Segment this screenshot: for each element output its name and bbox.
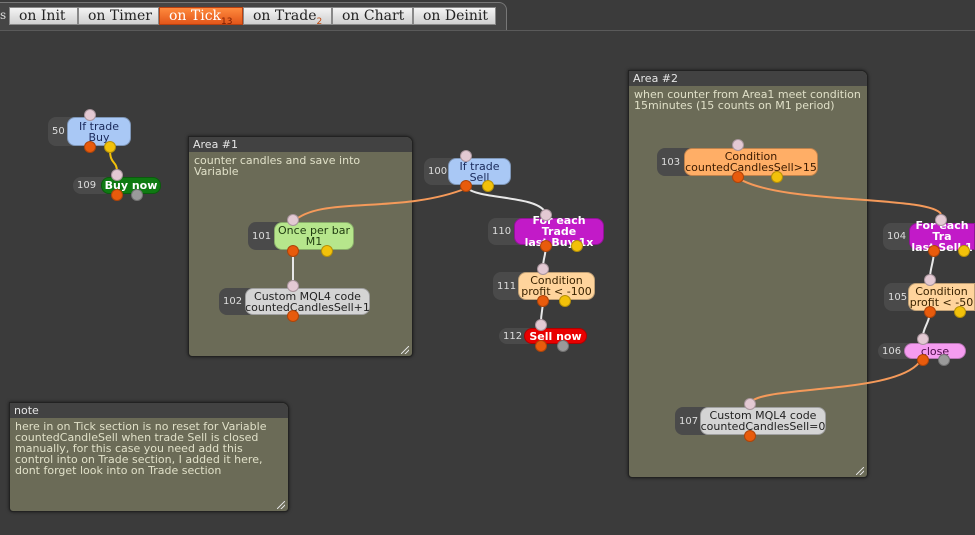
tab-label: on Chart [342, 8, 405, 24]
input-dot[interactable] [84, 109, 96, 121]
node-block[interactable]: Once per bar M1 [274, 222, 354, 250]
tab-count-badge: 2 [316, 17, 323, 27]
node-sublabel: last Buy 1x [524, 236, 594, 249]
output-dot[interactable] [104, 141, 116, 153]
tab-on-chart[interactable]: on Chart [332, 7, 413, 25]
output-dot[interactable] [321, 245, 333, 257]
output-dot[interactable] [924, 306, 936, 318]
input-dot[interactable] [917, 333, 929, 345]
input-dot[interactable] [935, 214, 947, 226]
tab-label: on Timer [88, 8, 152, 24]
input-dot[interactable] [924, 274, 936, 286]
output-dot[interactable] [771, 171, 783, 183]
output-dot[interactable] [954, 306, 966, 318]
output-dot[interactable] [84, 141, 96, 153]
node-block[interactable]: Custom MQL4 code countedCandlesSell=0 [700, 407, 826, 435]
tab-label: on Tick [169, 8, 222, 24]
input-dot[interactable] [460, 150, 472, 162]
node-sublabel: countedCandlesSell+1 [245, 300, 370, 314]
node-sublabel: profit < -100 [521, 285, 592, 298]
node-block[interactable]: If trade Sell [448, 158, 511, 185]
input-dot[interactable] [287, 214, 299, 226]
node-block[interactable]: Condition profit < -100 [518, 272, 595, 300]
node-sublabel: countedCandlesSell=0 [700, 420, 826, 433]
input-dot[interactable] [732, 139, 744, 151]
tab-label: on Init [19, 8, 66, 24]
tab-on-deinit[interactable]: on Deinit [413, 7, 496, 25]
tab-bar-baseline [0, 30, 975, 31]
node-label: If trade [459, 159, 500, 173]
resize-grip-icon[interactable] [401, 346, 409, 354]
input-dot[interactable] [744, 398, 756, 410]
output-dot[interactable] [928, 245, 940, 257]
output-dot[interactable] [958, 245, 970, 257]
tab-edge-text: s [0, 8, 7, 22]
output-dot[interactable] [744, 430, 756, 442]
node-label: Custom MQL4 code [254, 289, 361, 303]
output-dot[interactable] [732, 171, 744, 183]
tab-on-timer[interactable]: on Timer [78, 7, 159, 25]
output-dot[interactable] [559, 295, 571, 307]
tab-label: on Trade [253, 8, 317, 24]
tab-on-trade[interactable]: on Trade2 [243, 7, 332, 27]
output-dot[interactable] [460, 180, 472, 192]
area-description: counter candles and save into Variable [194, 154, 361, 178]
node-label: If trade [79, 119, 119, 133]
node-block[interactable]: If trade Buy [67, 117, 131, 146]
tab-on-init[interactable]: on Init [9, 7, 78, 25]
node-sublabel: M1 [305, 235, 323, 248]
output-dot[interactable] [917, 354, 929, 366]
node-block[interactable]: Custom MQL4 code countedCandlesSell+1 [245, 288, 370, 315]
area-description: when counter from Area1 meet condition 1… [634, 88, 861, 112]
node-block[interactable]: For each Trade last Buy 1x [514, 214, 604, 249]
node-block[interactable]: Sell now [524, 328, 587, 344]
tab-count-badge: 13 [221, 17, 233, 27]
output-dot[interactable] [535, 340, 547, 352]
output-dot[interactable] [111, 189, 123, 201]
note-title[interactable]: note [10, 403, 288, 418]
output-dot[interactable] [571, 240, 583, 252]
area-title[interactable]: Area #2 [629, 71, 867, 86]
note-text: here in on Tick section is no reset for … [15, 420, 267, 477]
output-dot[interactable] [938, 354, 950, 366]
node-sublabel: countedCandlesSell>15 [685, 161, 817, 174]
tab-label: on Deinit [423, 8, 489, 24]
node-block[interactable]: Condition countedCandlesSell>15 [684, 148, 818, 176]
resize-grip-icon[interactable] [856, 467, 864, 475]
node-block[interactable]: close [904, 343, 966, 359]
note-area[interactable]: note here in on Tick section is no reset… [9, 402, 289, 512]
input-dot[interactable] [111, 169, 123, 181]
tab-on-tick[interactable]: on Tick13 [159, 7, 243, 27]
output-dot[interactable] [540, 240, 552, 252]
link-100-110 [466, 187, 547, 215]
output-dot[interactable] [537, 295, 549, 307]
input-dot[interactable] [537, 263, 549, 275]
input-dot[interactable] [540, 209, 552, 221]
output-dot[interactable] [287, 310, 299, 322]
output-dot[interactable] [287, 245, 299, 257]
node-label: For each Trade [532, 214, 586, 238]
node-101[interactable]: 101 Once per bar M1 [248, 222, 354, 250]
tab-bar: s on Init on Timer on Tick13 on Trade2 o… [0, 0, 975, 31]
area-title[interactable]: Area #1 [189, 137, 412, 152]
output-dot[interactable] [482, 180, 494, 192]
output-dot[interactable] [131, 189, 143, 201]
resize-grip-icon[interactable] [277, 501, 285, 509]
input-dot[interactable] [535, 319, 547, 331]
node-block[interactable]: Condition profit < -50 [908, 283, 975, 311]
input-dot[interactable] [287, 280, 299, 292]
output-dot[interactable] [557, 340, 569, 352]
